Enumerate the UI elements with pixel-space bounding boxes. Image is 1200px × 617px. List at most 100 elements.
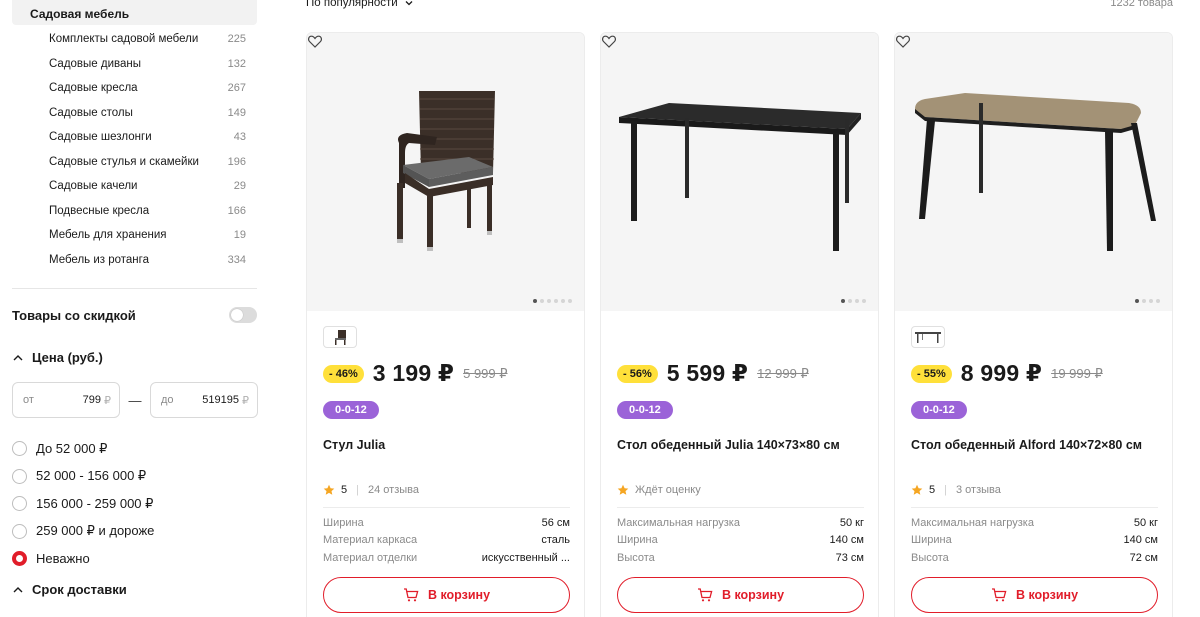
- spec-row: Материал отделки искусственный ...: [323, 549, 570, 567]
- sort-label: По популярности: [306, 0, 398, 9]
- radio-button[interactable]: [12, 468, 27, 484]
- product-title[interactable]: Стул Julia: [323, 438, 573, 452]
- dark-table-image: [601, 33, 878, 311]
- pagination-dot[interactable]: [862, 299, 866, 303]
- category-item[interactable]: Мебель для хранения 19: [49, 223, 246, 248]
- category-parent[interactable]: Садовая мебель: [12, 0, 257, 25]
- product-title[interactable]: Стол обеденный Alford 140×72×80 см: [911, 438, 1161, 452]
- category-item[interactable]: Садовые диваны 132: [49, 52, 246, 77]
- delivery-section-header[interactable]: Срок доставки: [12, 582, 127, 597]
- installment-badge: 0-0-12: [617, 401, 673, 419]
- discount-badge: - 55%: [911, 364, 952, 383]
- product-image[interactable]: [601, 33, 878, 311]
- category-count: 19: [233, 229, 246, 242]
- category-label: Садовые кресла: [49, 82, 138, 95]
- radio-button-selected[interactable]: [12, 551, 27, 567]
- category-item[interactable]: Садовые качели 29: [49, 174, 246, 199]
- pagination-dot-active[interactable]: [533, 299, 537, 303]
- category-item[interactable]: Садовые столы 149: [49, 101, 246, 126]
- category-item[interactable]: Садовые стулья и скамейки 196: [49, 150, 246, 175]
- product-rating[interactable]: 5 | 3 отзыва: [911, 484, 1001, 496]
- pagination-dot[interactable]: [855, 299, 859, 303]
- discount-toggle[interactable]: [229, 307, 257, 323]
- product-image[interactable]: [895, 33, 1172, 311]
- product-image[interactable]: [307, 33, 584, 311]
- pagination-dot-active[interactable]: [1135, 299, 1139, 303]
- spec-key: Ширина: [323, 516, 364, 529]
- category-item[interactable]: Подвесные кресла 166: [49, 199, 246, 224]
- radio-button[interactable]: [12, 496, 27, 512]
- spec-key: Ширина: [617, 534, 658, 547]
- filter-sidebar: Садовая мебель Комплекты садовой мебели 2…: [0, 0, 270, 617]
- spec-value: 73 см: [835, 551, 864, 564]
- category-label: Подвесные кресла: [49, 204, 150, 217]
- pagination-dot[interactable]: [561, 299, 565, 303]
- sort-dropdown[interactable]: По популярности: [306, 0, 414, 9]
- heart-icon[interactable]: [307, 33, 323, 49]
- spec-row: Высота 73 см: [617, 549, 864, 567]
- price-from-field[interactable]: от 799 ₽: [12, 382, 120, 418]
- radio-button[interactable]: [12, 441, 27, 457]
- product-variant-thumbnail[interactable]: [323, 326, 357, 348]
- price-to-value: 519195: [202, 394, 239, 406]
- image-pagination-dots[interactable]: [841, 299, 866, 303]
- product-card[interactable]: - 55% 8 999 ₽ 19 999 ₽ 0-0-12 Стол обеде…: [894, 32, 1173, 617]
- price-range-option[interactable]: 156 000 - 259 000 ₽: [12, 490, 154, 518]
- pagination-dot[interactable]: [1149, 299, 1153, 303]
- current-price: 5 599 ₽: [666, 360, 749, 386]
- spec-row: Максимальная нагрузка 50 кг: [911, 514, 1158, 532]
- add-to-cart-button[interactable]: В корзину: [617, 577, 864, 613]
- heart-icon[interactable]: [895, 33, 911, 49]
- spec-row: Материал каркаса сталь: [323, 532, 570, 550]
- pagination-dot[interactable]: [568, 299, 572, 303]
- category-item[interactable]: Комплекты садовой мебели 225: [49, 27, 246, 52]
- cart-icon: [991, 588, 1007, 602]
- specs-divider: [323, 507, 570, 508]
- product-specs: Ширина 56 см Материал каркаса сталь Матери…: [323, 514, 570, 567]
- discount-label: Товары со скидкой: [12, 307, 136, 323]
- radio-button[interactable]: [12, 523, 27, 539]
- sidebar-divider: [12, 288, 257, 289]
- heart-icon[interactable]: [601, 33, 617, 49]
- product-card[interactable]: - 46% 3 199 ₽ 5 999 ₽ 0-0-12 Стул Julia …: [306, 32, 585, 617]
- image-pagination-dots[interactable]: [1135, 299, 1160, 303]
- price-to-field[interactable]: до 519195 ₽: [150, 382, 258, 418]
- product-variant-thumbnail[interactable]: [911, 326, 945, 348]
- price-section-title: Цена (руб.): [32, 350, 103, 365]
- pagination-dot[interactable]: [1142, 299, 1146, 303]
- image-pagination-dots[interactable]: [533, 299, 572, 303]
- price-range-option[interactable]: 259 000 ₽ и дороже: [12, 518, 154, 546]
- spec-value: 50 кг: [1133, 516, 1158, 529]
- pagination-dot-active[interactable]: [841, 299, 845, 303]
- product-card[interactable]: - 56% 5 599 ₽ 12 999 ₽ 0-0-12 Стол обеде…: [600, 32, 879, 617]
- pagination-dot[interactable]: [1156, 299, 1160, 303]
- rating-separator: |: [356, 484, 359, 496]
- pagination-dot[interactable]: [554, 299, 558, 303]
- pagination-dot[interactable]: [547, 299, 551, 303]
- add-to-cart-label: В корзину: [427, 588, 491, 602]
- discount-badge: - 46%: [323, 364, 364, 383]
- category-count: 166: [227, 204, 246, 217]
- product-rating[interactable]: 5 | 24 отзыва: [323, 484, 419, 496]
- price-range-option[interactable]: 52 000 - 156 000 ₽: [12, 463, 154, 491]
- pagination-dot[interactable]: [848, 299, 852, 303]
- category-item[interactable]: Садовые шезлонги 43: [49, 125, 246, 150]
- specs-divider: [911, 507, 1158, 508]
- category-count: 267: [227, 82, 246, 95]
- product-specs: Максимальная нагрузка 50 кг Ширина 140 см …: [911, 514, 1158, 567]
- add-to-cart-button[interactable]: В корзину: [323, 577, 570, 613]
- price-range-option[interactable]: До 52 000 ₽: [12, 435, 154, 463]
- price-range-option[interactable]: Неважно: [12, 545, 154, 573]
- pagination-dot[interactable]: [540, 299, 544, 303]
- category-item[interactable]: Садовые кресла 267: [49, 76, 246, 101]
- product-title[interactable]: Стол обеденный Julia 140×73×80 см: [617, 438, 867, 452]
- add-to-cart-button[interactable]: В корзину: [911, 577, 1158, 613]
- discount-filter: Товары со скидкой: [12, 305, 257, 325]
- current-price: 3 199 ₽: [372, 360, 455, 386]
- category-label: Мебель для хранения: [49, 229, 167, 242]
- category-item[interactable]: Мебель из ротанга 334: [49, 248, 246, 273]
- price-section-header[interactable]: Цена (руб.): [12, 350, 103, 365]
- spec-row: Ширина 140 см: [911, 532, 1158, 550]
- rating-score: 5: [341, 484, 348, 496]
- product-rating[interactable]: Ждёт оценку: [617, 484, 701, 496]
